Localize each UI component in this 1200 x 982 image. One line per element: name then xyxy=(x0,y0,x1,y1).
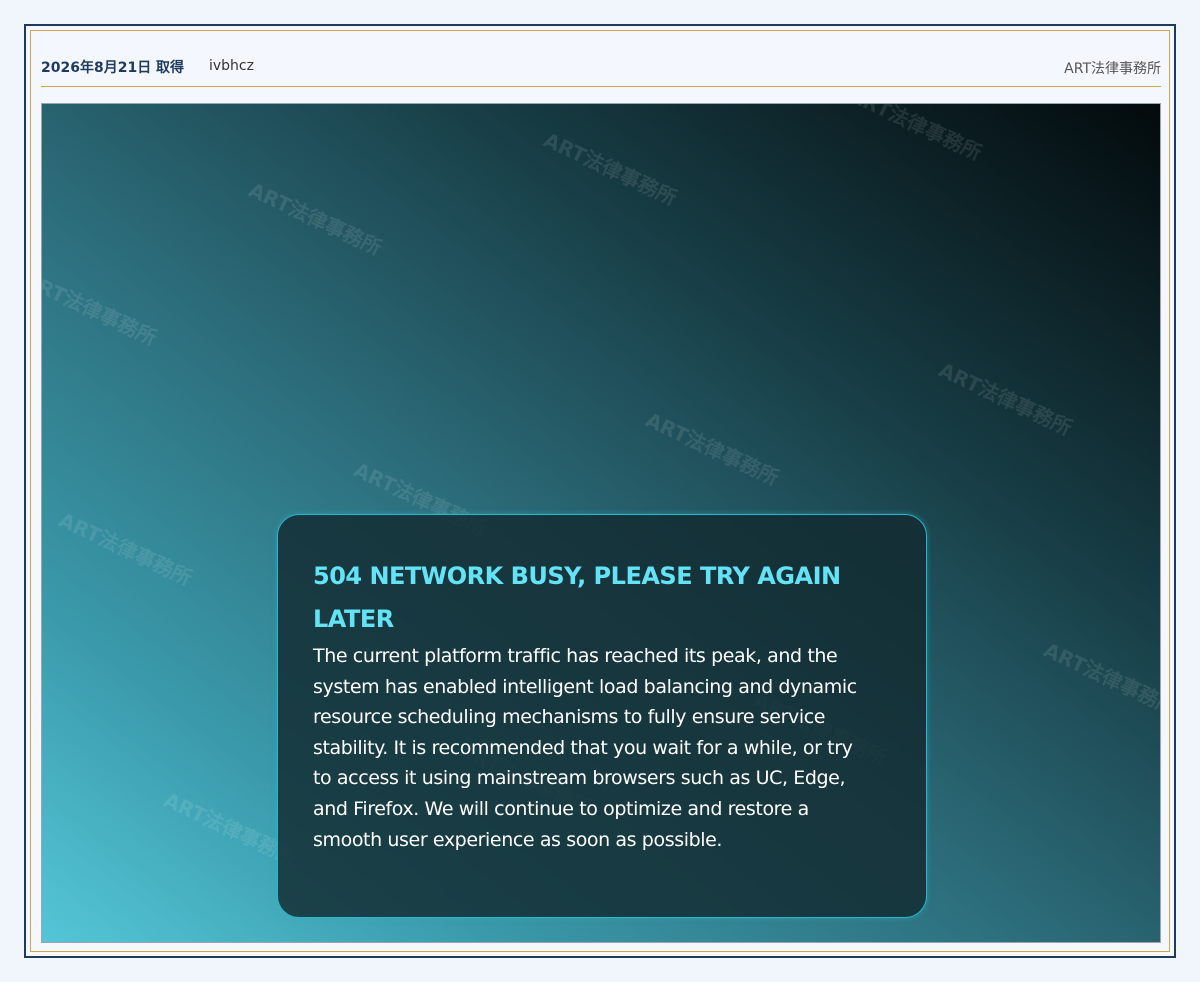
document-inner-frame: 2026年8月21日 取得 ivbhcz ART法律事務所 ART法律事務所 A… xyxy=(30,30,1170,952)
error-card: 504 NETWORK BUSY, PLEASE TRY AGAIN LATER… xyxy=(277,514,927,918)
document-frame: 2026年8月21日 取得 ivbhcz ART法律事務所 ART法律事務所 A… xyxy=(24,24,1176,958)
watermark: ART法律事務所 xyxy=(642,407,783,491)
watermark: ART法律事務所 xyxy=(1040,637,1161,721)
watermark: ART法律事務所 xyxy=(41,267,161,351)
watermark: ART法律事務所 xyxy=(935,357,1076,441)
retrieval-date: 2026年8月21日 取得 xyxy=(41,60,185,76)
watermark: ART法律事務所 xyxy=(55,507,196,591)
error-title: 504 NETWORK BUSY, PLEASE TRY AGAIN LATER xyxy=(313,562,841,633)
error-page-viewport: ART法律事務所 ART法律事務所 ART法律事務所 ART法律事務所 ART法… xyxy=(41,103,1161,943)
document-header: 2026年8月21日 取得 ivbhcz ART法律事務所 xyxy=(41,41,1161,87)
watermark: ART法律事務所 xyxy=(245,177,386,261)
watermark: ART法律事務所 xyxy=(845,103,986,166)
watermark: ART法律事務所 xyxy=(540,127,681,211)
user-id: ivbhcz xyxy=(209,58,254,74)
error-message: The current platform traffic has reached… xyxy=(313,645,857,851)
firm-name: ART法律事務所 xyxy=(1064,61,1161,77)
